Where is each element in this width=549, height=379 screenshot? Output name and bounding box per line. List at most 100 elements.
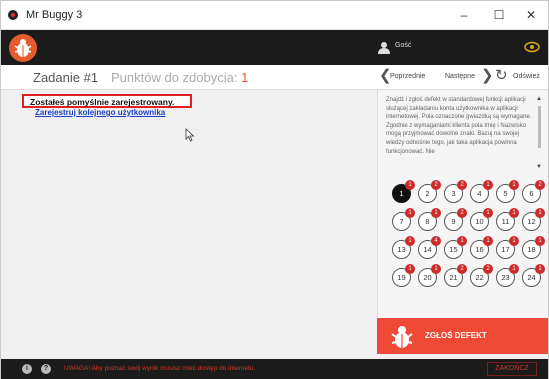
app-icon [8,10,18,20]
task-badge: 1 [509,180,519,190]
prev-button[interactable]: Poprzednie [390,73,425,80]
exit-button[interactable]: ZAKOŃCZ [487,362,537,376]
report-defect-label: ZGŁOŚ DEFEKT [425,331,487,340]
task-button[interactable]: 20 1 [418,264,441,287]
task-badge: 1 [509,236,519,246]
task-badge: 1 [535,264,545,274]
task-button[interactable]: 18 1 [522,236,545,259]
internet-warning: UWAGA! Aby poznać swój wynik musisz mieć… [64,365,256,372]
task-button[interactable]: 21 2 [444,264,467,287]
task-badge: 4 [431,236,441,246]
task-badge: 1 [509,208,519,218]
task-badge: 1 [405,264,415,274]
task-button[interactable]: 24 1 [522,264,545,287]
refresh-icon[interactable]: ↻ [495,68,508,84]
user-icon [378,42,390,54]
task-badge: 1 [405,180,415,190]
task-number: 12 [527,217,536,226]
help-icon[interactable]: ? [41,364,51,374]
task-button[interactable]: 22 [418,180,441,203]
task-number: 19 [397,273,406,282]
next-button[interactable]: Następne [445,73,475,80]
task-button[interactable]: 92 [444,208,467,231]
report-defect-button[interactable]: ZGŁOŚ DEFEKT [377,318,548,354]
points-info: Punktów do zdobycia: 1 [111,70,248,85]
app-window: Mr Buggy 3 – ☐ ✕ Gość Zadanie #1 Punktów… [0,0,549,379]
scroll-down-icon[interactable]: ▼ [536,164,542,170]
task-button[interactable]: 62 [522,180,545,203]
task-number: 15 [449,245,458,254]
points-value: 1 [241,70,249,85]
task-number: 5 [503,189,508,198]
task-badge: 2 [535,180,545,190]
task-number: 3 [451,189,456,198]
refresh-button[interactable]: Odśwież [513,73,540,80]
task-number: 6 [529,189,534,198]
maximize-button[interactable]: ☐ [482,1,516,30]
app-header: Gość [1,30,548,65]
task-number: 16 [475,245,484,254]
task-number: 8 [425,217,430,226]
task-grid: 1 1 2 2 3 2 4 1 5 1 6 2 7 1 8 1 9 2 10 1 11 1 12 1 13 1 14 4 15 1 16 1 1… [384,178,545,288]
task-badge: 1 [509,264,519,274]
task-button[interactable]: 15 1 [444,236,467,259]
task-number: 2 [425,189,430,198]
bug-logo-icon[interactable] [9,34,37,62]
success-message: Zostałeś pomyślnie zarejestrowany. [30,97,175,107]
task-button[interactable]: 19 1 [392,264,415,287]
task-number: 4 [477,189,482,198]
bug-icon [391,326,413,348]
task-number: 1 [399,189,404,198]
minimize-button[interactable]: – [447,1,481,30]
task-button[interactable]: 11 [392,180,415,203]
task-badge: 1 [483,236,493,246]
task-sidebar: Znajdź i zgłoś defekt w standardowej fun… [377,90,548,354]
task-button[interactable]: 23 1 [496,264,519,287]
task-button[interactable]: 81 [418,208,441,231]
task-button[interactable]: 22 2 [470,264,493,287]
task-button[interactable]: 32 [444,180,467,203]
eye-icon[interactable] [524,41,540,53]
task-button[interactable]: 13 1 [392,236,415,259]
scroll-up-icon[interactable]: ▲ [536,96,542,102]
user-name[interactable]: Gość [395,42,411,49]
info-icon[interactable]: i [22,364,32,374]
task-badge: 1 [457,236,467,246]
task-badge: 1 [405,208,415,218]
task-number: 17 [501,245,510,254]
task-button[interactable]: 17 1 [496,236,519,259]
window-title: Mr Buggy 3 [26,9,83,21]
task-number: 9 [451,217,456,226]
task-button[interactable]: 71 [392,208,415,231]
chevron-right-icon[interactable]: ❯ [481,68,494,84]
scroll-thumb[interactable] [538,106,541,148]
task-badge: 2 [457,180,467,190]
task-number: 10 [475,217,484,226]
task-badge: 1 [483,208,493,218]
register-another-link[interactable]: Zarejestruj kolejnego użytkownika [35,108,165,117]
task-number: 18 [527,245,536,254]
task-button[interactable]: 51 [496,180,519,203]
task-button[interactable]: 16 1 [470,236,493,259]
task-number: 23 [501,273,510,282]
task-number: 24 [527,273,536,282]
task-navigation: ❮ Poprzednie Następne ❯ ↻ Odśwież [377,65,548,90]
task-button[interactable]: 11 1 [496,208,519,231]
description-scrollbar[interactable]: ▲ ▼ [536,96,543,172]
task-badge: 1 [483,180,493,190]
task-badge: 2 [431,180,441,190]
task-content: Zostałeś pomyślnie zarejestrowany. Zarej… [11,90,377,354]
task-button[interactable]: 10 1 [470,208,493,231]
task-button[interactable]: 12 1 [522,208,545,231]
close-button[interactable]: ✕ [514,1,548,30]
task-button[interactable]: 14 4 [418,236,441,259]
task-button[interactable]: 41 [470,180,493,203]
task-title: Zadanie #1 [33,70,99,85]
task-badge: 2 [483,264,493,274]
task-description: Znajdź i zgłoś defekt w standardowej fun… [386,97,532,155]
task-header: Zadanie #1 Punktów do zdobycia: 1 [1,65,377,90]
task-number: 11 [501,217,510,226]
task-number: 14 [423,245,432,254]
task-number: 21 [449,273,458,282]
task-number: 20 [423,273,432,282]
